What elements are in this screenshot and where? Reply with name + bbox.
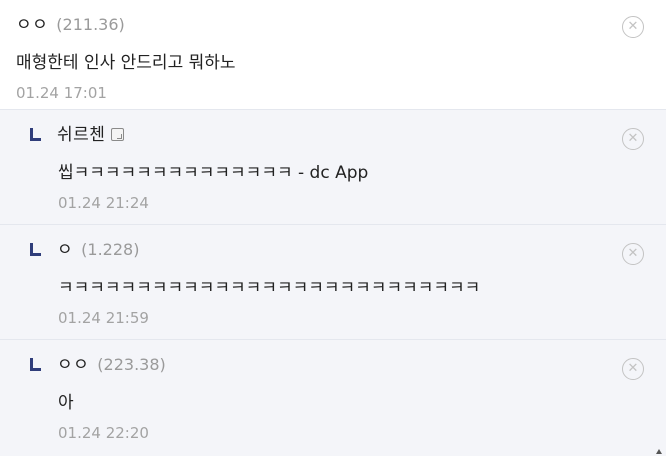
reply-arrow-icon <box>30 358 41 371</box>
reply-nickname[interactable]: 쉬르첸 <box>57 120 105 145</box>
reply-arrow-icon <box>30 128 41 141</box>
comment-nickname[interactable]: ㅇㅇ <box>16 10 48 35</box>
close-circle-icon[interactable]: ✕ <box>622 16 644 38</box>
reply-body: 아 01.24 22:20 <box>30 388 606 442</box>
reply-header: ㅇㅇ (223.38) <box>30 350 606 376</box>
comment-header: ㅇㅇ (211.36) <box>16 10 606 36</box>
reply-text: ㅋㅋㅋㅋㅋㅋㅋㅋㅋㅋㅋㅋㅋㅋㅋㅋㅋㅋㅋㅋㅋㅋㅋㅋㅋㅋㅋ <box>58 278 481 298</box>
comment-time: 01.24 17:01 <box>16 84 107 102</box>
fixed-nickname-icon <box>111 128 125 141</box>
reply-ip: (1.228) <box>81 240 140 259</box>
scroll-up-arrow-icon[interactable] <box>656 449 662 454</box>
reply-nickname[interactable]: ㅇ <box>57 235 73 260</box>
reply-body: 씹ㅋㅋㅋㅋㅋㅋㅋㅋㅋㅋㅋㅋㅋㅋ - dc App 01.24 21:24 <box>30 158 606 212</box>
reply-time: 01.24 21:59 <box>58 309 149 327</box>
comment-item: ㅇㅇ (211.36) 매형한테 인사 안드리고 뭐하노 01.24 17:01… <box>0 0 666 110</box>
reply-time: 01.24 21:24 <box>58 194 149 212</box>
reply-item: ㅇㅇ (223.38) 아 01.24 22:20 ✕ <box>0 340 666 456</box>
reply-text: 씹ㅋㅋㅋㅋㅋㅋㅋㅋㅋㅋㅋㅋㅋㅋ - dc App <box>58 163 369 183</box>
reply-item: 쉬르첸 씹ㅋㅋㅋㅋㅋㅋㅋㅋㅋㅋㅋㅋㅋㅋ - dc App 01.24 21:24… <box>0 110 666 225</box>
reply-header: ㅇ (1.228) <box>30 235 606 261</box>
comment-text: 매형한테 인사 안드리고 뭐하노 <box>16 53 236 73</box>
reply-ip: (223.38) <box>97 355 166 374</box>
reply-nickname[interactable]: ㅇㅇ <box>57 350 89 375</box>
reply-item: ㅇ (1.228) ㅋㅋㅋㅋㅋㅋㅋㅋㅋㅋㅋㅋㅋㅋㅋㅋㅋㅋㅋㅋㅋㅋㅋㅋㅋㅋㅋ 01… <box>0 225 666 340</box>
reply-time: 01.24 22:20 <box>58 424 149 442</box>
comment-thread: ㅇㅇ (211.36) 매형한테 인사 안드리고 뭐하노 01.24 17:01… <box>0 0 666 456</box>
reply-text: 아 <box>58 393 74 413</box>
close-circle-icon[interactable]: ✕ <box>622 128 644 150</box>
reply-header: 쉬르첸 <box>30 120 606 146</box>
reply-body: ㅋㅋㅋㅋㅋㅋㅋㅋㅋㅋㅋㅋㅋㅋㅋㅋㅋㅋㅋㅋㅋㅋㅋㅋㅋㅋㅋ 01.24 21:59 <box>30 273 606 327</box>
close-circle-icon[interactable]: ✕ <box>622 358 644 380</box>
reply-arrow-icon <box>30 243 41 256</box>
close-circle-icon[interactable]: ✕ <box>622 243 644 265</box>
comment-ip: (211.36) <box>56 15 125 34</box>
